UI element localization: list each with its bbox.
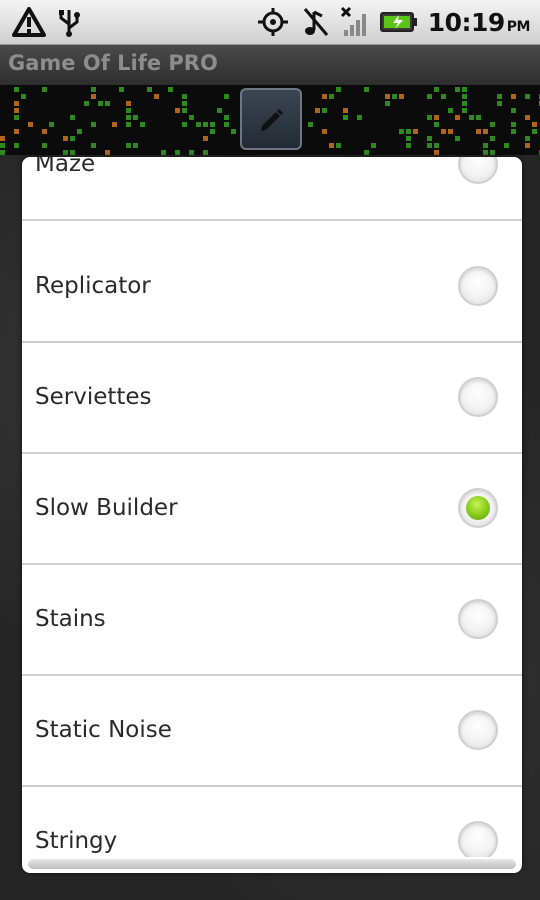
- app-title: Game Of Life PRO: [8, 51, 218, 75]
- list-item[interactable]: Replicator: [22, 231, 522, 343]
- clock: 10:19 PM: [427, 7, 531, 37]
- list-item[interactable]: Maze: [22, 157, 522, 221]
- list-item[interactable]: Stringy: [22, 786, 522, 857]
- pattern-selection-dialog: Maze Replicator Serviettes Slow Builder …: [22, 157, 522, 873]
- item-label: Slow Builder: [35, 495, 178, 521]
- app-title-bar: Game Of Life PRO: [0, 45, 540, 85]
- radio-button[interactable]: [458, 157, 498, 184]
- item-label: Static Noise: [35, 717, 172, 743]
- radio-button[interactable]: [458, 266, 498, 306]
- alert-icon: [12, 6, 46, 38]
- radio-button[interactable]: [458, 821, 498, 857]
- item-label: Replicator: [35, 273, 151, 299]
- radio-button[interactable]: [458, 377, 498, 417]
- silent-icon: [302, 6, 330, 38]
- list-item[interactable]: Serviettes: [22, 342, 522, 454]
- pencil-icon: [261, 109, 283, 131]
- radio-button[interactable]: [458, 710, 498, 750]
- item-label: Maze: [35, 157, 96, 177]
- item-label: Stringy: [35, 828, 118, 854]
- no-signal-icon: [340, 6, 370, 38]
- pattern-list[interactable]: Maze Replicator Serviettes Slow Builder …: [22, 157, 522, 857]
- scrollbar[interactable]: [28, 859, 516, 869]
- item-label: Stains: [35, 606, 106, 632]
- list-item[interactable]: Static Noise: [22, 675, 522, 787]
- gps-icon: [254, 6, 292, 38]
- radio-button-selected[interactable]: [458, 488, 498, 528]
- item-label: Serviettes: [35, 384, 152, 410]
- usb-icon: [56, 6, 82, 38]
- list-item[interactable]: Slow Builder: [22, 453, 522, 565]
- status-bar: 10:19 PM: [0, 0, 540, 45]
- battery-charging-icon: [379, 11, 418, 33]
- edit-button[interactable]: [240, 88, 302, 150]
- list-item[interactable]: Stains: [22, 564, 522, 676]
- radio-button[interactable]: [458, 599, 498, 639]
